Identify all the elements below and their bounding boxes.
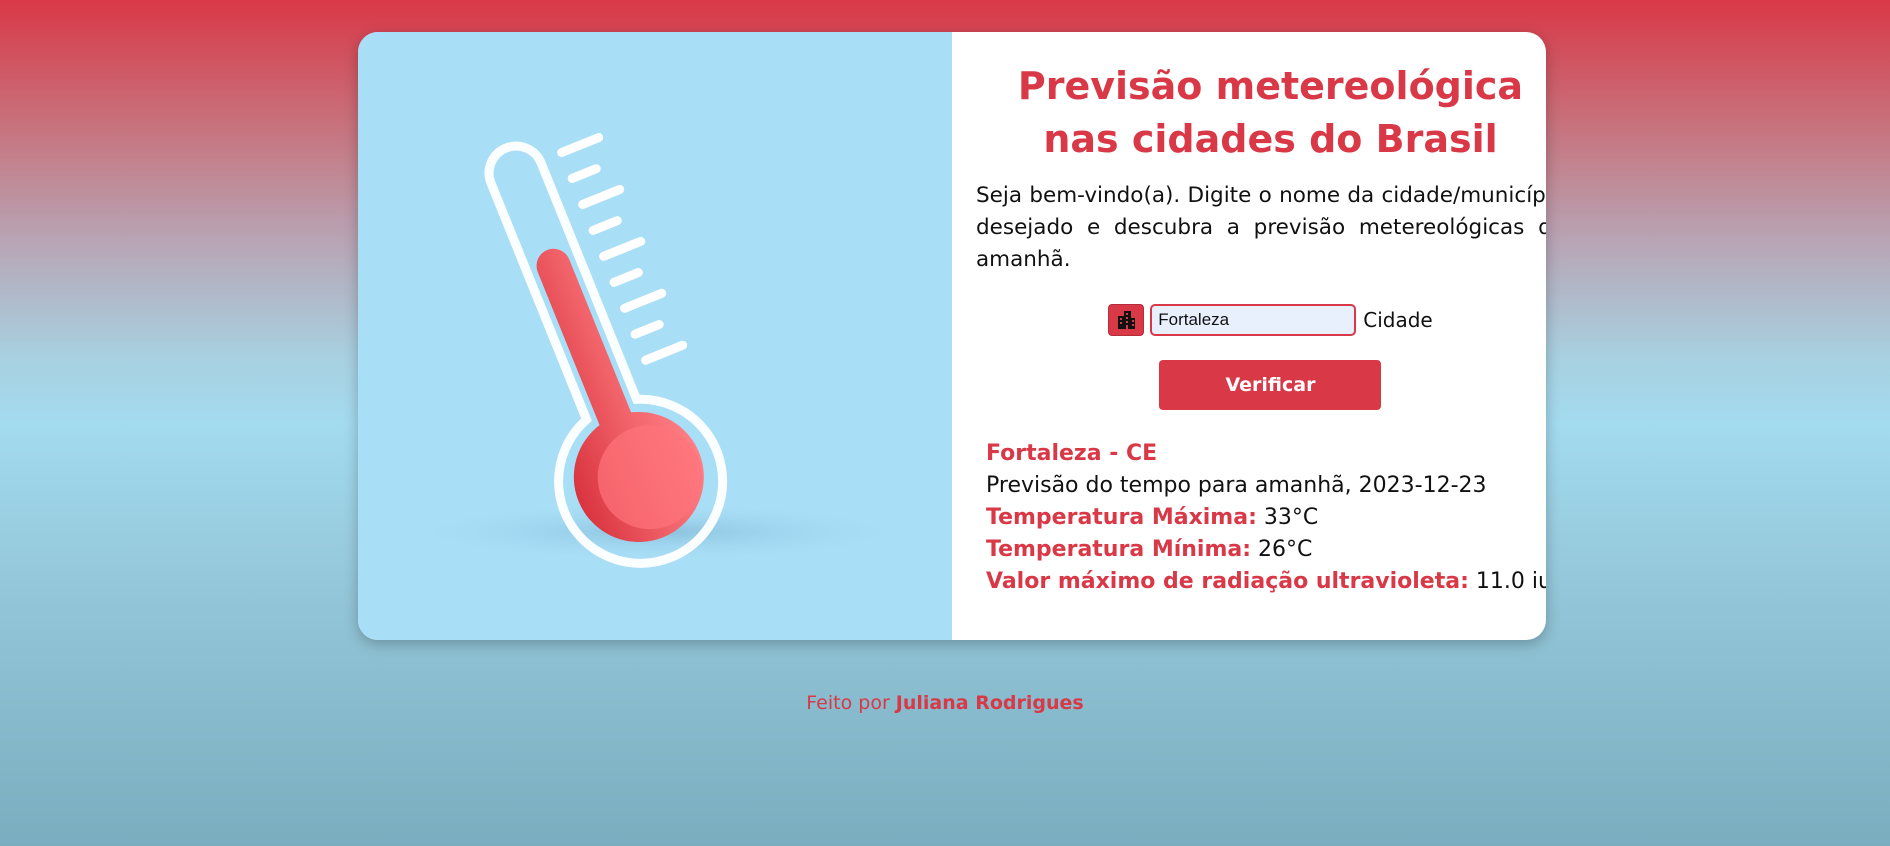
city-buildings-icon	[1108, 304, 1145, 336]
result-uv: Valor máximo de radiação ultravioleta: 1…	[986, 566, 1546, 598]
min-temp-value: 26°C	[1258, 537, 1313, 562]
intro-text: Seja bem-vindo(a). Digite o nome da cida…	[976, 183, 1546, 272]
footer: Feito por Juliana Rodrigues	[0, 692, 1890, 714]
thermometer-illustration	[358, 32, 952, 640]
city-label: Cidade	[1363, 308, 1433, 332]
page-title: Previsão metereológica nas cidades do Br…	[1017, 64, 1524, 161]
max-temp-value: 33°C	[1263, 505, 1319, 530]
forecast-card: Previsão metereológica nas cidades do Br…	[358, 32, 1546, 640]
city-search-input[interactable]	[1150, 304, 1357, 336]
author-link[interactable]: Juliana Rodrigues	[896, 692, 1084, 714]
uv-label: Valor máximo de radiação ultravioleta:	[986, 569, 1469, 594]
thermometer-icon	[398, 133, 918, 568]
result-forecast-date: Previsão do tempo para amanhã, 2023-12-2…	[986, 473, 1487, 498]
result-max-temp: Temperatura Máxima: 33°C	[986, 502, 1546, 534]
footer-prefix: Feito por	[806, 692, 890, 714]
min-temp-label: Temperatura Mínima:	[986, 537, 1252, 562]
search-row: Cidade	[976, 304, 1546, 336]
result-location: Fortaleza - CE	[986, 441, 1158, 466]
max-temp-label: Temperatura Máxima:	[986, 505, 1257, 530]
forecast-panel: Previsão metereológica nas cidades do Br…	[952, 32, 1546, 640]
uv-value: 11.0 iuv	[1475, 569, 1546, 594]
result-min-temp: Temperatura Mínima: 26°C	[986, 534, 1546, 566]
verify-button[interactable]: Verificar	[1159, 360, 1382, 410]
forecast-result: Fortaleza - CE Previsão do tempo para am…	[986, 438, 1546, 598]
